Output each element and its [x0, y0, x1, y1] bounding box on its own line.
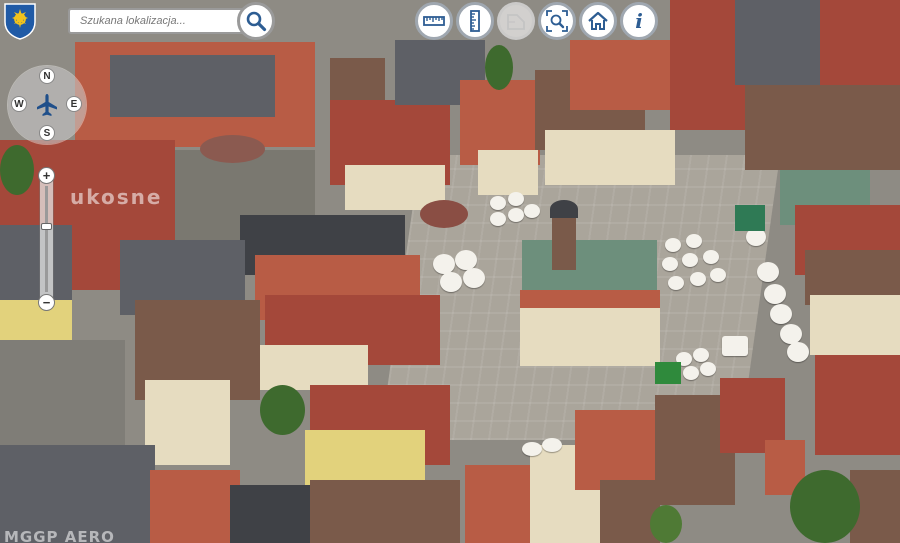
building [545, 130, 675, 185]
compass-control[interactable]: N S W E [8, 66, 86, 144]
umbrella [433, 254, 455, 274]
umbrella [490, 196, 506, 210]
rotate-south-button[interactable]: S [39, 125, 55, 141]
ruler-vertical-icon [470, 10, 480, 32]
building [670, 0, 745, 130]
building [150, 470, 240, 543]
home-icon [588, 11, 608, 30]
umbrella [787, 342, 809, 362]
umbrella [683, 366, 699, 380]
zoom-out-button[interactable]: − [38, 294, 55, 311]
umbrella [662, 257, 678, 271]
building [478, 150, 538, 195]
green-stall [655, 362, 681, 384]
search-icon [246, 11, 267, 32]
umbrella [490, 212, 506, 226]
umbrella [665, 238, 681, 252]
tree [420, 200, 468, 228]
search-button[interactable] [237, 2, 275, 40]
zoom-extent-button[interactable] [538, 2, 576, 40]
measure-height-button[interactable] [456, 2, 494, 40]
info-button[interactable]: i [620, 2, 658, 40]
umbrella [770, 304, 792, 324]
zoom-slider-rail[interactable] [45, 186, 48, 292]
building [0, 300, 72, 340]
town-hall [520, 290, 660, 310]
town-hall [520, 308, 660, 366]
building [305, 430, 425, 485]
umbrella [700, 362, 716, 376]
building [258, 345, 368, 390]
building [575, 410, 655, 490]
umbrella [463, 268, 485, 288]
building [815, 355, 900, 455]
tree [0, 145, 34, 195]
umbrella [522, 442, 542, 456]
tree [650, 505, 682, 543]
oblique-watermark: ukosne [70, 185, 163, 209]
info-icon: i [635, 9, 643, 33]
tree [260, 385, 305, 435]
building [230, 485, 315, 543]
umbrella [764, 284, 786, 304]
umbrella [757, 262, 779, 282]
building [110, 55, 275, 117]
zoom-extent-icon [546, 10, 568, 32]
building [745, 85, 900, 170]
tree [790, 470, 860, 543]
zoom-slider-handle[interactable] [41, 222, 52, 230]
provider-watermark: MGGP AERO [4, 528, 115, 543]
building [810, 295, 900, 355]
umbrella [703, 250, 719, 264]
ruler-horizontal-icon [423, 16, 445, 26]
building [600, 480, 660, 543]
zoom-in-button[interactable]: + [38, 167, 55, 184]
town-hall-tower [550, 200, 578, 218]
parking-lot [0, 340, 125, 450]
umbrella [542, 438, 562, 452]
measure-distance-button[interactable] [415, 2, 453, 40]
umbrella [710, 268, 726, 282]
tree [200, 135, 265, 163]
building [330, 58, 385, 103]
umbrella [524, 204, 540, 218]
umbrella [686, 234, 702, 248]
umbrella [693, 348, 709, 362]
home-button[interactable] [579, 2, 617, 40]
tent [722, 336, 748, 356]
measure-area-button[interactable] [497, 2, 535, 40]
umbrella [508, 208, 524, 222]
building [465, 465, 540, 543]
rotate-north-button[interactable]: N [39, 68, 55, 84]
umbrella [780, 324, 802, 344]
city-crest-logo [4, 3, 36, 40]
airplane-icon [37, 94, 57, 116]
search-input[interactable] [68, 8, 250, 34]
rotate-west-button[interactable]: W [11, 96, 27, 112]
umbrella [690, 272, 706, 286]
building [310, 480, 460, 543]
area-measure-icon [507, 14, 525, 30]
green-stall [735, 205, 765, 231]
umbrella [440, 272, 462, 292]
umbrella [508, 192, 524, 206]
umbrella [668, 276, 684, 290]
building [735, 0, 825, 85]
town-hall-tower [552, 210, 576, 270]
building [145, 380, 230, 465]
aerial-map-view[interactable]: ukosne MGGP AERO [0, 0, 900, 543]
tree [485, 45, 513, 90]
umbrella [455, 250, 477, 270]
umbrella [682, 253, 698, 267]
rotate-east-button[interactable]: E [66, 96, 82, 112]
